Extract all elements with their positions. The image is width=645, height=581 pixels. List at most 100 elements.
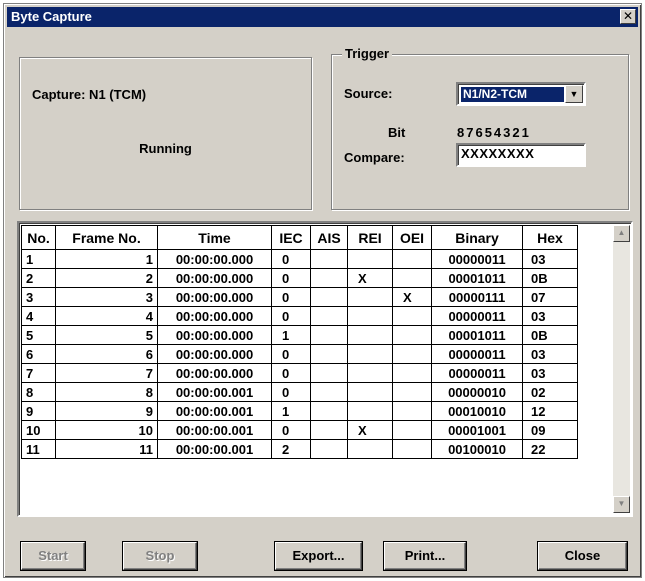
table-row[interactable]: 8 8 00:00:00.001 0 00000010 02 [21,382,578,402]
cell-ais [310,363,348,383]
cell-frame-no: 4 [55,306,158,326]
close-icon[interactable]: ✕ [620,9,636,24]
cell-time: 00:00:00.001 [157,401,272,421]
table-row[interactable]: 5 5 00:00:00.000 1 00001011 0B [21,325,578,345]
col-header-frame[interactable]: Frame No. [55,225,158,250]
col-header-iec[interactable]: IEC [271,225,311,250]
cell-rei [347,363,393,383]
scroll-down-arrow-icon[interactable]: ▼ [613,496,630,513]
table-header-row: No. Frame No. Time IEC AIS REI OEI Binar… [21,225,578,250]
compare-input[interactable]: XXXXXXXX [456,143,586,167]
cell-hex: 07 [522,287,578,307]
cell-iec: 2 [271,439,311,459]
cell-oei [392,420,432,440]
cell-iec: 0 [271,306,311,326]
cell-binary: 00001001 [431,420,523,440]
window-title: Byte Capture [11,9,92,24]
cell-no: 8 [21,382,56,402]
capture-table[interactable]: No. Frame No. Time IEC AIS REI OEI Binar… [17,221,633,517]
close-button[interactable]: Close [538,542,627,570]
col-header-oei[interactable]: OEI [392,225,432,250]
cell-no: 9 [21,401,56,421]
col-header-time[interactable]: Time [157,225,272,250]
cell-oei [392,363,432,383]
source-dropdown[interactable]: N1/N2-TCM ▼ [456,82,586,106]
table-row[interactable]: 7 7 00:00:00.000 0 00000011 03 [21,363,578,383]
table-row[interactable]: 10 10 00:00:00.001 0 X 00001001 09 [21,420,578,440]
cell-rei [347,306,393,326]
cell-frame-no: 5 [55,325,158,345]
cell-iec: 0 [271,420,311,440]
col-header-binary[interactable]: Binary [431,225,523,250]
cell-rei [347,401,393,421]
cell-hex: 12 [522,401,578,421]
table-row[interactable]: 9 9 00:00:00.001 1 00010010 12 [21,401,578,421]
cell-oei [392,268,432,288]
scroll-up-arrow-icon[interactable]: ▲ [613,225,630,242]
bit-label: Bit [388,125,406,140]
cell-rei [347,344,393,364]
cell-iec: 0 [271,382,311,402]
cell-binary: 00000011 [431,249,523,269]
col-header-hex[interactable]: Hex [522,225,578,250]
cell-binary: 00100010 [431,439,523,459]
col-header-no[interactable]: No. [21,225,56,250]
export-button[interactable]: Export... [275,542,362,570]
table-body: 1 1 00:00:00.000 0 00000011 03 2 2 00:00:00.000 0… [21,249,578,459]
cell-time: 00:00:00.000 [157,325,272,345]
cell-ais [310,344,348,364]
cell-time: 00:00:00.001 [157,439,272,459]
table-row[interactable]: 3 3 00:00:00.000 0 X 00000111 07 [21,287,578,307]
cell-no: 7 [21,363,56,383]
stop-button[interactable]: Stop [123,542,197,570]
cell-frame-no: 1 [55,249,158,269]
cell-rei [347,325,393,345]
cell-iec: 0 [271,287,311,307]
cell-oei: X [392,287,432,307]
col-header-ais[interactable]: AIS [310,225,348,250]
capture-label: Capture: N1 (TCM) [32,87,147,102]
compare-label: Compare: [344,150,405,165]
cell-hex: 0B [522,268,578,288]
table-row[interactable]: 1 1 00:00:00.000 0 00000011 03 [21,249,578,269]
cell-time: 00:00:00.000 [157,268,272,288]
cell-hex: 03 [522,249,578,269]
table-row[interactable]: 11 11 00:00:00.001 2 00100010 22 [21,439,578,459]
cell-rei [347,249,393,269]
cell-binary: 00000011 [431,363,523,383]
cell-binary: 00000011 [431,344,523,364]
cell-iec: 0 [271,268,311,288]
cell-ais [310,401,348,421]
title-bar[interactable]: Byte Capture ✕ [7,7,638,27]
cell-rei [347,382,393,402]
table-row[interactable]: 6 6 00:00:00.000 0 00000011 03 [21,344,578,364]
cell-binary: 00001011 [431,268,523,288]
cell-time: 00:00:00.000 [157,249,272,269]
cell-ais [310,382,348,402]
source-label: Source: [344,86,393,101]
cell-rei: X [347,420,393,440]
chevron-down-icon[interactable]: ▼ [565,85,583,103]
cell-oei [392,401,432,421]
cell-oei [392,306,432,326]
cell-time: 00:00:00.001 [157,382,272,402]
table-row[interactable]: 2 2 00:00:00.000 0 X 00001011 0B [21,268,578,288]
cell-iec: 1 [271,325,311,345]
cell-no: 1 [21,249,56,269]
cell-no: 2 [21,268,56,288]
trigger-group: Trigger Source: N1/N2-TCM ▼ Bit 87654321… [331,46,629,210]
col-header-rei[interactable]: REI [347,225,393,250]
capture-panel: Capture: N1 (TCM) Running [19,57,312,210]
byte-capture-dialog: Byte Capture ✕ Capture: N1 (TCM) Running… [3,3,642,578]
cell-no: 4 [21,306,56,326]
start-button[interactable]: Start [21,542,85,570]
cell-frame-no: 10 [55,420,158,440]
cell-binary: 00000011 [431,306,523,326]
cell-hex: 0B [522,325,578,345]
cell-frame-no: 8 [55,382,158,402]
print-button[interactable]: Print... [384,542,466,570]
cell-frame-no: 7 [55,363,158,383]
vertical-scrollbar[interactable]: ▲ ▼ [613,225,630,513]
table-row[interactable]: 4 4 00:00:00.000 0 00000011 03 [21,306,578,326]
cell-time: 00:00:00.000 [157,306,272,326]
